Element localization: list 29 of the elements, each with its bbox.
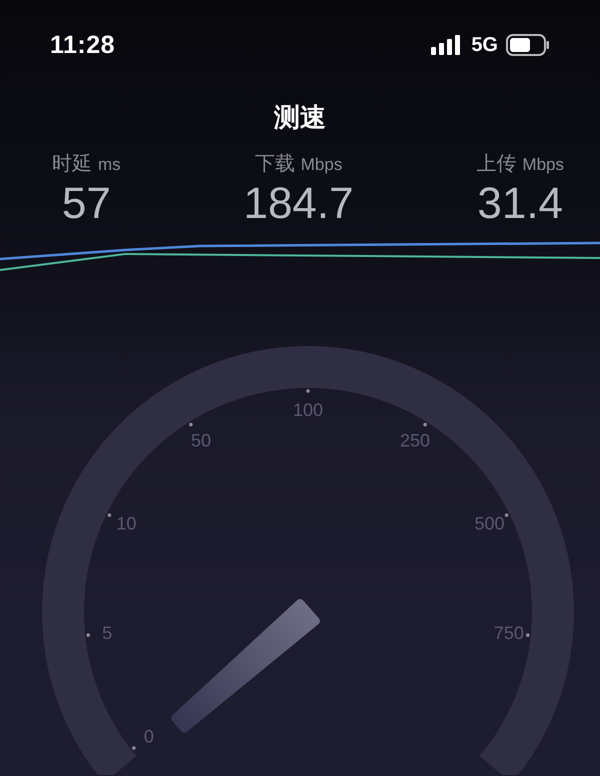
- tick-label: 250: [400, 430, 430, 451]
- metric-value: 31.4: [477, 179, 564, 229]
- metric-unit: ms: [98, 155, 121, 175]
- metric-label: 下载: [254, 152, 295, 177]
- tick-label: 750: [494, 623, 524, 644]
- tick-label: 5: [102, 623, 112, 644]
- tick-dot: [504, 513, 508, 517]
- tick-dot: [132, 746, 136, 750]
- tick-dot: [189, 422, 193, 426]
- battery-icon: [506, 34, 550, 56]
- status-time: 11:28: [50, 30, 116, 60]
- network-type: 5G: [471, 34, 498, 56]
- metric-value: 57: [62, 179, 111, 229]
- metric-value: 184.7: [243, 179, 354, 229]
- metric-label: 时延: [52, 152, 92, 177]
- tick-dot: [108, 513, 112, 517]
- tick-label: 0: [144, 726, 154, 746]
- tick-dot: [86, 633, 90, 637]
- tick-dot: [423, 422, 427, 426]
- tick-label: 100: [292, 400, 324, 420]
- tick-label: 500: [474, 513, 505, 534]
- tick-dot: [306, 389, 310, 393]
- page-title: 测速: [272, 101, 327, 134]
- metric-unit: Mbps: [300, 155, 342, 175]
- metric-label: 上传: [476, 152, 516, 177]
- tick-label: 10: [116, 513, 136, 534]
- tick-dot: [526, 633, 530, 637]
- tick-label: 50: [190, 430, 211, 451]
- metric-unit: Mbps: [522, 155, 564, 175]
